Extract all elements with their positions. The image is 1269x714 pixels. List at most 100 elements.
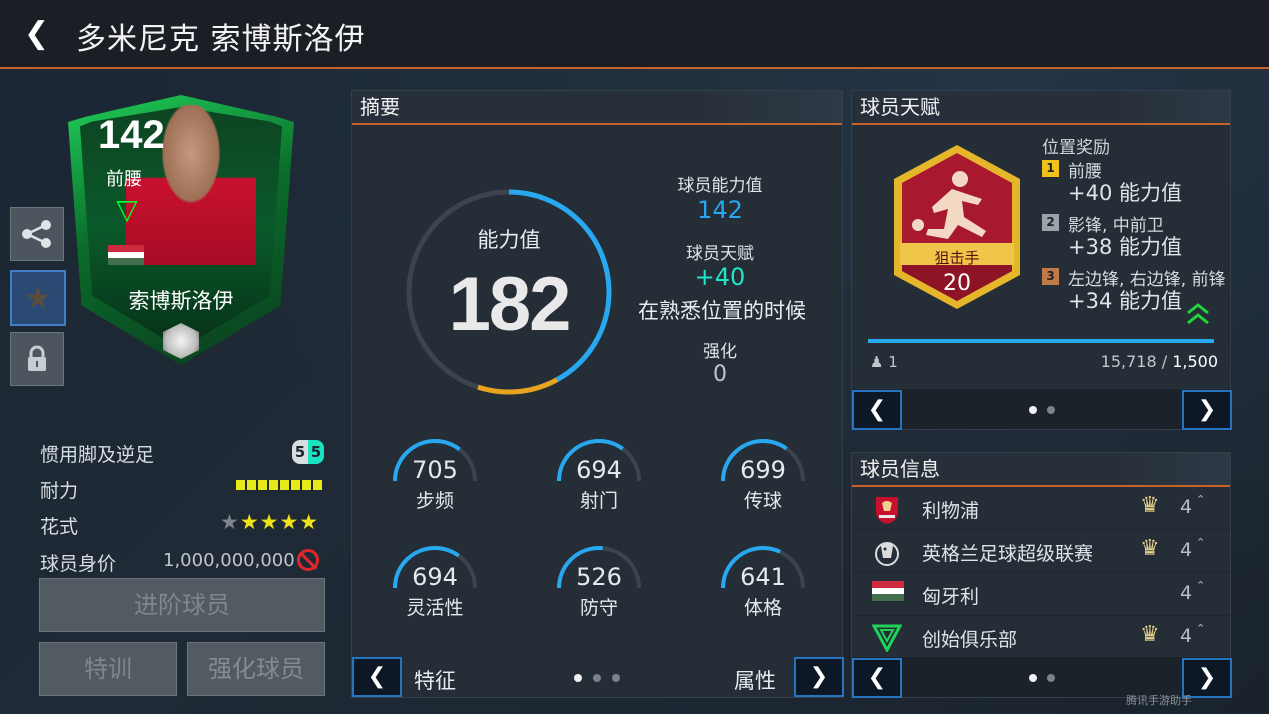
player-card[interactable]: 142 前腰 ▽ 索博斯洛伊 [68, 95, 294, 365]
info-prev-button[interactable]: ❮ [852, 658, 902, 698]
summary-panel: 摘要 能力值 182 球员能力值 142 球员天赋 +40 在熟悉位置的时候 强… [351, 90, 844, 698]
position-bonus-item: 2 影锋, 中前卫 +38 能力值 [1042, 211, 1232, 265]
bonus-value: +38 能力值 [1068, 235, 1182, 259]
talent-badge-name: 狙击手 [934, 249, 980, 267]
overall-value: 182 [448, 262, 572, 347]
player-value: 1,000,000,000 [163, 550, 295, 571]
page-title: 多米尼克 索博斯洛伊 [76, 22, 366, 57]
talent-badge-level: 20 [943, 271, 971, 296]
attribute-label: 传球 [743, 490, 782, 512]
talent-next-button[interactable]: ❯ [1182, 390, 1232, 430]
talent-bonus: +40 [694, 263, 746, 291]
page-dot [1047, 406, 1055, 414]
enhance-player-button[interactable]: 强化球员 [187, 642, 325, 696]
page-dot [1029, 674, 1037, 682]
share-button[interactable] [10, 207, 64, 261]
attribute-label: 射门 [579, 490, 618, 512]
enhance-label: 强化 [703, 342, 737, 362]
nav-left-label[interactable]: 特征 [414, 665, 456, 695]
talent-nav-bar [852, 389, 1230, 429]
share-icon [22, 220, 51, 248]
link-icon: ⌃ [1196, 622, 1206, 635]
enhance-value: 0 [713, 362, 727, 387]
training-button[interactable]: 特训 [39, 642, 177, 696]
attribute-value: 699 [740, 456, 786, 484]
attribute-gauge: 694 射门 [554, 436, 644, 516]
attribute-value: 526 [576, 563, 622, 591]
talent-count: ♟ 1 [870, 353, 898, 371]
link-icon: ⌃ [1196, 536, 1206, 549]
crown-icon: ♛ [1140, 493, 1160, 518]
skill-stars: ★★★★★ [220, 510, 319, 534]
foot-values: 5 5 [292, 440, 326, 466]
player-info-row[interactable]: 利物浦 ♛ 4 ⌃ [852, 487, 1230, 530]
talent-prev-button[interactable]: ❮ [852, 390, 902, 430]
page-dot [574, 674, 582, 682]
player-info-row[interactable]: 英格兰足球超级联赛 ♛ 4 ⌃ [852, 530, 1230, 573]
person-icon: ♟ [870, 353, 884, 371]
rank-badge: 3 [1042, 268, 1059, 285]
page-dot [612, 674, 620, 682]
page-dot [1047, 674, 1055, 682]
info-text: 英格兰足球超级联赛 [922, 543, 1094, 565]
info-nav-bar [852, 657, 1230, 697]
attribute-gauge: 526 防守 [554, 543, 644, 623]
attribute-value: 694 [576, 456, 622, 484]
chevron-left-icon[interactable]: ❮ [24, 18, 52, 50]
info-text: 创始俱乐部 [922, 629, 1018, 651]
hungary-flag-icon [108, 245, 144, 265]
attribute-label: 防守 [579, 597, 618, 619]
nav-right-label[interactable]: 属性 [734, 665, 776, 695]
premier-league-icon [872, 538, 902, 566]
talent-note: 在熟悉位置的时候 [638, 299, 806, 323]
attribute-label: 体格 [743, 597, 782, 619]
attribute-value: 694 [412, 563, 458, 591]
lock-icon [28, 345, 46, 371]
summary-title: 摘要 [352, 91, 842, 125]
position-bonus-item: 1 前腰 +40 能力值 [1042, 157, 1232, 211]
stamina-bar [236, 480, 324, 490]
player-info-row[interactable]: 创始俱乐部 ♛ 4 ⌃ [852, 616, 1230, 659]
skill-label: 花式 [40, 516, 79, 538]
star-icon: ★ [24, 280, 52, 316]
bonus-value: +34 能力值 [1068, 289, 1182, 313]
talent-progress-bar [868, 339, 1214, 343]
attribute-value: 641 [740, 563, 786, 591]
prev-page-button[interactable]: ❮ [352, 657, 402, 697]
hungary-flag-icon [872, 581, 904, 609]
star-icon: ★ [220, 510, 240, 534]
lock-button[interactable] [10, 332, 64, 386]
attribute-gauge: 641 体格 [718, 543, 808, 623]
player-info-title: 球员信息 [852, 453, 1230, 487]
bonus-value: +40 能力值 [1068, 181, 1182, 205]
crown-icon: ♛ [1140, 622, 1160, 647]
attribute-gauge: 699 传球 [718, 436, 808, 516]
strong-foot-value: 5 [308, 440, 324, 464]
value-label: 球员身价 [40, 553, 117, 575]
advance-player-button[interactable]: 进阶球员 [39, 578, 325, 632]
attribute-gauge: 705 步频 [390, 436, 480, 516]
foot-label: 惯用脚及逆足 [40, 444, 155, 466]
player-ovr-label: 球员能力值 [677, 176, 763, 196]
player-info-row[interactable]: 匈牙利 4 ⌃ [852, 573, 1230, 616]
attribute-label: 灵活性 [406, 597, 464, 619]
favorite-button[interactable]: ★ [10, 270, 66, 326]
weak-foot-value: 5 [292, 440, 308, 464]
card-position: 前腰 [106, 169, 142, 190]
rank-badge: 2 [1042, 214, 1059, 231]
chemistry-value: 4 [1180, 539, 1193, 561]
chemistry-value: 4 [1180, 582, 1193, 604]
chemistry-value: 4 [1180, 496, 1193, 518]
link-icon: ⌃ [1196, 493, 1206, 506]
talent-panel: 球员天赋 狙击手 20 位置奖励 1 前腰 +40 能力值 2 影锋, 中前卫 +… [851, 90, 1232, 430]
rank-badge: 1 [1042, 160, 1059, 177]
next-page-button[interactable]: ❯ [794, 657, 844, 697]
attribute-label: 步频 [415, 490, 454, 512]
watermark: 腾讯手游助手 [1126, 694, 1192, 707]
header-bar: ❮ 多米尼克 索博斯洛伊 [0, 0, 1269, 69]
attribute-value: 705 [412, 456, 458, 484]
link-icon: ⌃ [1196, 579, 1206, 592]
player-info-panel: 球员信息 利物浦 ♛ 4 ⌃ 英格兰足球超级联赛 ♛ 4 ⌃ 匈牙利 4 ⌃ 创… [851, 452, 1232, 698]
page-dot [593, 674, 601, 682]
player-ovr-value: 142 [697, 196, 743, 224]
